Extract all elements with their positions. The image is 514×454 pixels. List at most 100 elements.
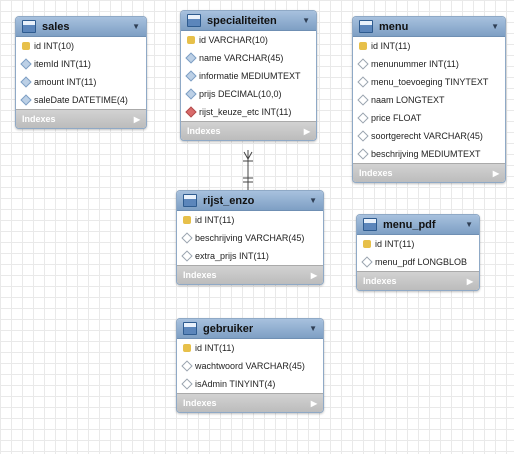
table-header[interactable]: menu_pdf ▼	[357, 215, 479, 235]
table-header[interactable]: menu ▼	[353, 17, 505, 37]
primary-key-icon	[187, 36, 195, 44]
indexes-section[interactable]: Indexes ▶	[181, 121, 316, 140]
primary-key-icon	[22, 42, 30, 50]
table-icon	[22, 20, 36, 33]
column-label: amount INT(11)	[34, 77, 97, 87]
column-diamond-icon	[185, 70, 197, 82]
column-row[interactable]: wachtwoord VARCHAR(45)	[177, 357, 323, 375]
column-row[interactable]: beschrijving MEDIUMTEXT	[353, 145, 505, 163]
table-title: rijst_enzo	[203, 194, 255, 207]
expand-arrow-icon[interactable]: ▶	[134, 115, 140, 124]
column-label: id INT(11)	[195, 215, 235, 225]
column-row[interactable]: beschrijving VARCHAR(45)	[177, 229, 323, 247]
column-row[interactable]: name VARCHAR(45)	[181, 49, 316, 67]
column-row[interactable]: isAdmin TINYINT(4)	[177, 375, 323, 393]
table-icon	[359, 20, 373, 33]
table-rijst-enzo[interactable]: rijst_enzo ▼ id INT(11) beschrijving VAR…	[176, 190, 324, 285]
table-title: menu	[379, 20, 409, 33]
column-label: naam LONGTEXT	[371, 95, 445, 105]
column-label: menunummer INT(11)	[371, 59, 459, 69]
table-sales[interactable]: sales ▼ id INT(10) itemId INT(11) amount…	[15, 16, 147, 129]
column-label: prijs DECIMAL(10,0)	[199, 89, 282, 99]
table-icon	[187, 14, 201, 27]
column-label: beschrijving VARCHAR(45)	[195, 233, 305, 243]
column-row[interactable]: menunummer INT(11)	[353, 55, 505, 73]
table-icon	[183, 194, 197, 207]
column-row[interactable]: id VARCHAR(10)	[181, 31, 316, 49]
column-diamond-icon	[357, 148, 369, 160]
column-row[interactable]: saleDate DATETIME(4)	[16, 91, 146, 109]
column-row[interactable]: itemId INT(11)	[16, 55, 146, 73]
column-label: extra_prijs INT(11)	[195, 251, 269, 261]
column-row[interactable]: menu_pdf LONGBLOB	[357, 253, 479, 271]
expand-arrow-icon[interactable]: ▶	[311, 399, 317, 408]
indexes-section[interactable]: Indexes ▶	[357, 271, 479, 290]
expand-arrow-icon[interactable]: ▶	[493, 169, 499, 178]
table-menu[interactable]: menu ▼ id INT(11) menunummer INT(11) men…	[352, 16, 506, 183]
column-row[interactable]: amount INT(11)	[16, 73, 146, 91]
column-row[interactable]: prijs DECIMAL(10,0)	[181, 85, 316, 103]
column-diamond-icon	[357, 112, 369, 124]
column-diamond-icon	[357, 94, 369, 106]
indexes-label: Indexes	[22, 114, 56, 124]
column-label: itemId INT(11)	[34, 59, 91, 69]
expand-arrow-icon[interactable]: ▶	[311, 271, 317, 280]
primary-key-icon	[363, 240, 371, 248]
column-row[interactable]: id INT(11)	[177, 339, 323, 357]
indexes-section[interactable]: Indexes ▶	[177, 393, 323, 412]
table-specialiteiten[interactable]: specialiteiten ▼ id VARCHAR(10) name VAR…	[180, 10, 317, 141]
table-title: sales	[42, 20, 70, 33]
column-diamond-icon	[357, 58, 369, 70]
indexes-section[interactable]: Indexes ▶	[177, 265, 323, 284]
column-diamond-icon	[20, 94, 32, 106]
column-label: id INT(10)	[34, 41, 75, 51]
column-row[interactable]: id INT(11)	[177, 211, 323, 229]
table-header[interactable]: gebruiker ▼	[177, 319, 323, 339]
expand-arrow-icon[interactable]: ▶	[467, 277, 473, 286]
dropdown-arrow-icon[interactable]: ▼	[309, 196, 317, 205]
column-row[interactable]: informatie MEDIUMTEXT	[181, 67, 316, 85]
column-diamond-icon	[185, 88, 197, 100]
column-row[interactable]: naam LONGTEXT	[353, 91, 505, 109]
table-title: specialiteiten	[207, 14, 277, 27]
column-row[interactable]: id INT(11)	[357, 235, 479, 253]
indexes-label: Indexes	[183, 398, 217, 408]
column-label: informatie MEDIUMTEXT	[199, 71, 301, 81]
dropdown-arrow-icon[interactable]: ▼	[491, 22, 499, 31]
table-menu-pdf[interactable]: menu_pdf ▼ id INT(11) menu_pdf LONGBLOB …	[356, 214, 480, 291]
primary-key-icon	[359, 42, 367, 50]
column-diamond-icon	[181, 378, 193, 390]
indexes-label: Indexes	[359, 168, 393, 178]
column-diamond-icon	[181, 232, 193, 244]
table-header[interactable]: sales ▼	[16, 17, 146, 37]
column-label: menu_pdf LONGBLOB	[375, 257, 468, 267]
indexes-label: Indexes	[187, 126, 221, 136]
column-label: isAdmin TINYINT(4)	[195, 379, 276, 389]
column-row[interactable]: id INT(10)	[16, 37, 146, 55]
table-gebruiker[interactable]: gebruiker ▼ id INT(11) wachtwoord VARCHA…	[176, 318, 324, 413]
column-row[interactable]: extra_prijs INT(11)	[177, 247, 323, 265]
column-row[interactable]: soortgerecht VARCHAR(45)	[353, 127, 505, 145]
column-diamond-icon	[20, 58, 32, 70]
column-label: id INT(11)	[371, 41, 411, 51]
dropdown-arrow-icon[interactable]: ▼	[302, 16, 310, 25]
column-row[interactable]: price FLOAT	[353, 109, 505, 127]
column-row[interactable]: menu_toevoeging TINYTEXT	[353, 73, 505, 91]
column-label: id VARCHAR(10)	[199, 35, 268, 45]
column-row[interactable]: id INT(11)	[353, 37, 505, 55]
column-label: wachtwoord VARCHAR(45)	[195, 361, 305, 371]
column-label: saleDate DATETIME(4)	[34, 95, 128, 105]
dropdown-arrow-icon[interactable]: ▼	[309, 324, 317, 333]
dropdown-arrow-icon[interactable]: ▼	[465, 220, 473, 229]
expand-arrow-icon[interactable]: ▶	[304, 127, 310, 136]
column-label: name VARCHAR(45)	[199, 53, 284, 63]
table-header[interactable]: rijst_enzo ▼	[177, 191, 323, 211]
column-diamond-icon	[181, 360, 193, 372]
table-header[interactable]: specialiteiten ▼	[181, 11, 316, 31]
column-row[interactable]: rijst_keuze_etc INT(11)	[181, 103, 316, 121]
indexes-section[interactable]: Indexes ▶	[353, 163, 505, 182]
column-label: id INT(11)	[195, 343, 235, 353]
dropdown-arrow-icon[interactable]: ▼	[132, 22, 140, 31]
primary-key-icon	[183, 344, 191, 352]
indexes-section[interactable]: Indexes ▶	[16, 109, 146, 128]
